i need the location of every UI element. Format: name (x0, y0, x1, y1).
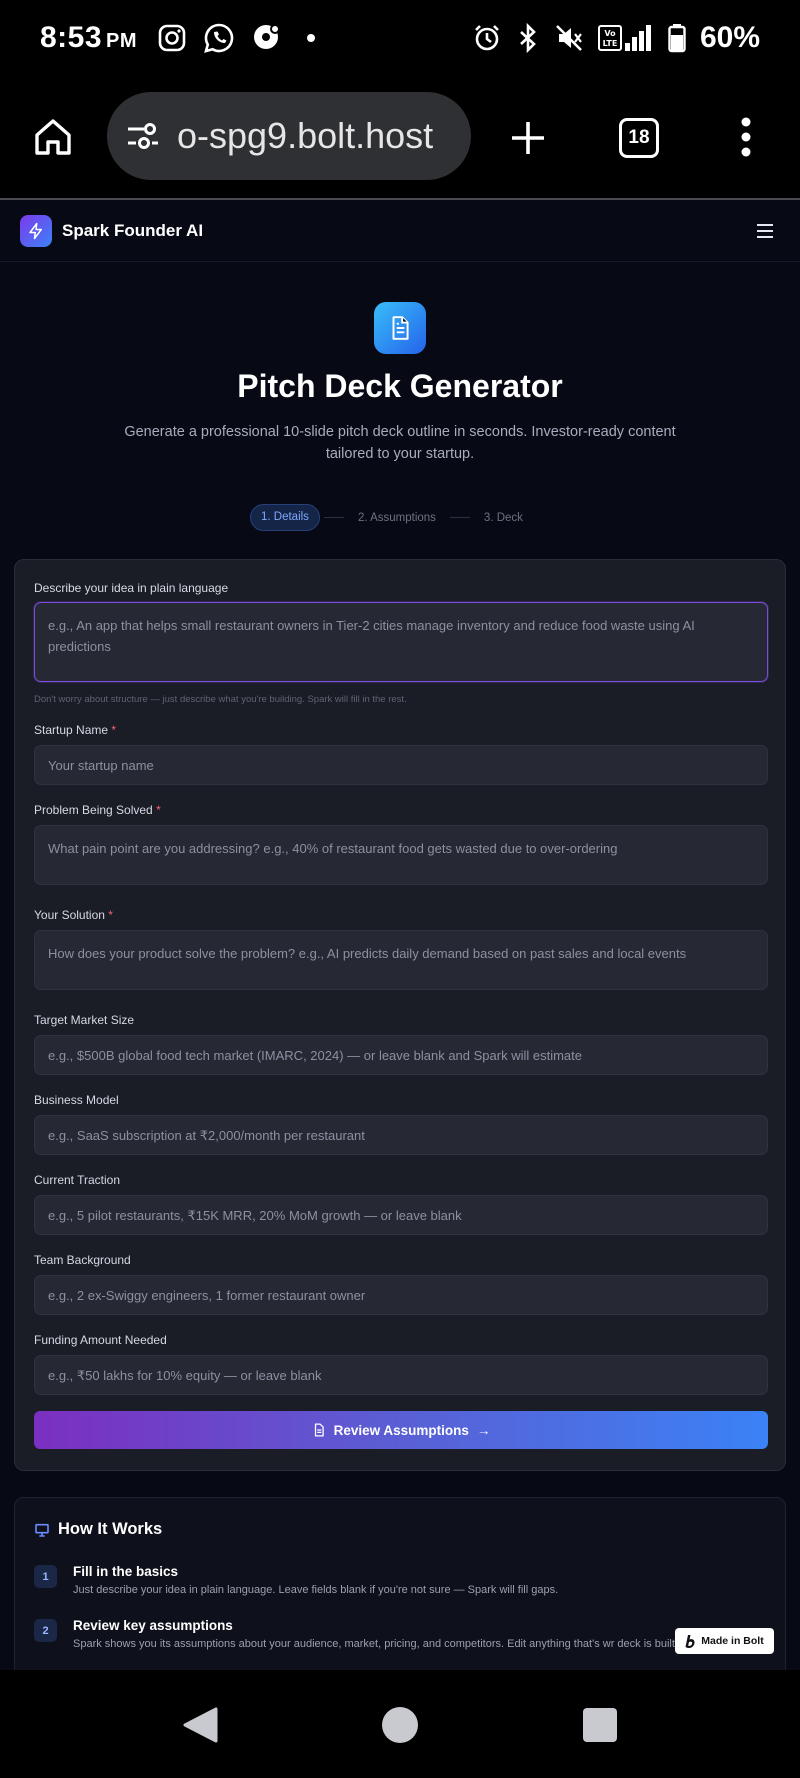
menu-icon[interactable] (756, 223, 774, 239)
how-it-works-heading: How It Works (34, 1520, 162, 1539)
back-icon[interactable] (180, 1705, 220, 1745)
step-title: Review key assumptions (73, 1618, 233, 1633)
home-circle-icon[interactable] (381, 1706, 419, 1744)
details-form: Describe your idea in plain language e.g… (14, 559, 786, 1471)
svg-text:Vo: Vo (604, 29, 616, 38)
brand-name[interactable]: Spark Founder AI (62, 221, 203, 241)
recents-icon[interactable] (582, 1707, 618, 1743)
step-connector (449, 517, 470, 518)
lightning-icon (29, 222, 42, 239)
step-assumptions[interactable]: 2. Assumptions (348, 512, 446, 524)
traction-input[interactable]: e.g., 5 pilot restaurants, ₹15K MRR, 20%… (34, 1195, 768, 1235)
arrow-right-icon: → (476, 1422, 491, 1438)
problem-placeholder: What pain point are you addressing? e.g.… (48, 841, 618, 856)
document-badge (374, 302, 426, 354)
idea-label: Describe your idea in plain language (34, 581, 229, 595)
startup-name-placeholder: Your startup name (48, 758, 154, 773)
team-label: Team Background (34, 1253, 131, 1267)
app-logo[interactable] (20, 214, 52, 247)
market-size-placeholder: e.g., $500B global food tech market (IMA… (48, 1048, 582, 1063)
document-icon (314, 1423, 324, 1437)
business-model-input[interactable]: e.g., SaaS subscription at ₹2,000/month … (34, 1115, 768, 1155)
made-in-bolt-label: Made in Bolt (701, 1635, 764, 1647)
mute-icon (556, 25, 582, 51)
traction-label: Current Traction (34, 1173, 121, 1187)
chat-bubble-icon (254, 24, 281, 49)
status-bar: 8:53 PM Vo LTE 60% (0, 0, 800, 76)
funding-placeholder: e.g., ₹50 lakhs for 10% equity — or leav… (48, 1368, 322, 1383)
site-settings-icon[interactable] (125, 121, 161, 151)
made-in-bolt-badge[interactable]: Made in Bolt (675, 1628, 774, 1654)
solution-label: Your Solution * (34, 908, 113, 922)
step-connector (323, 517, 344, 518)
new-tab-icon[interactable] (508, 118, 548, 158)
system-navigation-bar (0, 1670, 800, 1778)
business-model-label: Business Model (34, 1093, 119, 1107)
address-bar[interactable]: o-spg9.bolt.host (107, 92, 471, 180)
startup-name-label: Startup Name * (34, 723, 117, 737)
battery-percent: 60% (699, 21, 760, 54)
step-title: Fill in the basics (73, 1564, 179, 1579)
volte-signal-icon: VoLTE (597, 25, 651, 51)
funding-label: Funding Amount Needed (34, 1333, 167, 1347)
bluetooth-icon (520, 23, 536, 53)
battery-icon (668, 24, 686, 53)
instagram-icon (158, 24, 186, 52)
tab-count: 18 (628, 127, 650, 148)
solution-placeholder: How does your product solve the problem?… (48, 946, 687, 961)
funding-input[interactable]: e.g., ₹50 lakhs for 10% equity — or leav… (34, 1355, 768, 1395)
tab-switcher-button[interactable]: 18 (619, 118, 659, 158)
step-number: 2 (34, 1619, 57, 1642)
presentation-icon (35, 1523, 49, 1537)
page-title: Pitch Deck Generator (237, 368, 563, 404)
svg-text:LTE: LTE (603, 39, 618, 48)
problem-label: Problem Being Solved * (34, 803, 161, 817)
market-size-label: Target Market Size (34, 1013, 135, 1027)
market-size-input[interactable]: e.g., $500B global food tech market (IMA… (34, 1035, 768, 1075)
step-details[interactable]: 1. Details (250, 504, 320, 531)
step-number: 1 (34, 1565, 57, 1588)
bolt-logo-icon (685, 1634, 695, 1648)
step-description: Spark shows you its assumptions about yo… (73, 1638, 678, 1650)
browser-toolbar: o-spg9.bolt.host 18 (0, 76, 800, 198)
how-step-2: 2 Review key assumptions Spark shows you… (34, 1618, 683, 1652)
review-assumptions-label: Review Assumptions (333, 1422, 469, 1438)
review-assumptions-button[interactable]: Review Assumptions → (34, 1411, 768, 1449)
business-model-placeholder: e.g., SaaS subscription at ₹2,000/month … (48, 1128, 365, 1143)
step-indicator: 1. Details 2. Assumptions 3. Deck (250, 504, 533, 531)
how-step-1: 1 Fill in the basics Just describe your … (34, 1564, 683, 1598)
whatsapp-icon (204, 23, 234, 53)
notification-dot (307, 34, 316, 42)
idea-hint: Don't worry about structure — just descr… (34, 694, 407, 705)
alarm-icon (475, 25, 499, 51)
step-deck[interactable]: 3. Deck (474, 512, 533, 524)
idea-placeholder: e.g., An app that helps small restaurant… (48, 618, 695, 654)
problem-textarea[interactable]: What pain point are you addressing? e.g.… (34, 825, 768, 885)
traction-placeholder: e.g., 5 pilot restaurants, ₹15K MRR, 20%… (48, 1208, 462, 1223)
page-subtitle: Generate a professional 10-slide pitch d… (124, 424, 676, 462)
startup-name-input[interactable]: Your startup name (34, 745, 768, 785)
status-time: 8:53 PM (40, 21, 138, 54)
idea-textarea[interactable]: e.g., An app that helps small restaurant… (34, 602, 768, 682)
team-placeholder: e.g., 2 ex-Swiggy engineers, 1 former re… (48, 1288, 366, 1303)
team-input[interactable]: e.g., 2 ex-Swiggy engineers, 1 former re… (34, 1275, 768, 1315)
more-options-icon[interactable] (738, 116, 754, 158)
app-header: Spark Founder AI (0, 200, 800, 262)
document-icon (392, 316, 409, 340)
step-description: Just describe your idea in plain languag… (73, 1584, 559, 1596)
solution-textarea[interactable]: How does your product solve the problem?… (34, 930, 768, 990)
home-icon[interactable] (32, 116, 74, 158)
url-text: o-spg9.bolt.host (177, 115, 434, 156)
